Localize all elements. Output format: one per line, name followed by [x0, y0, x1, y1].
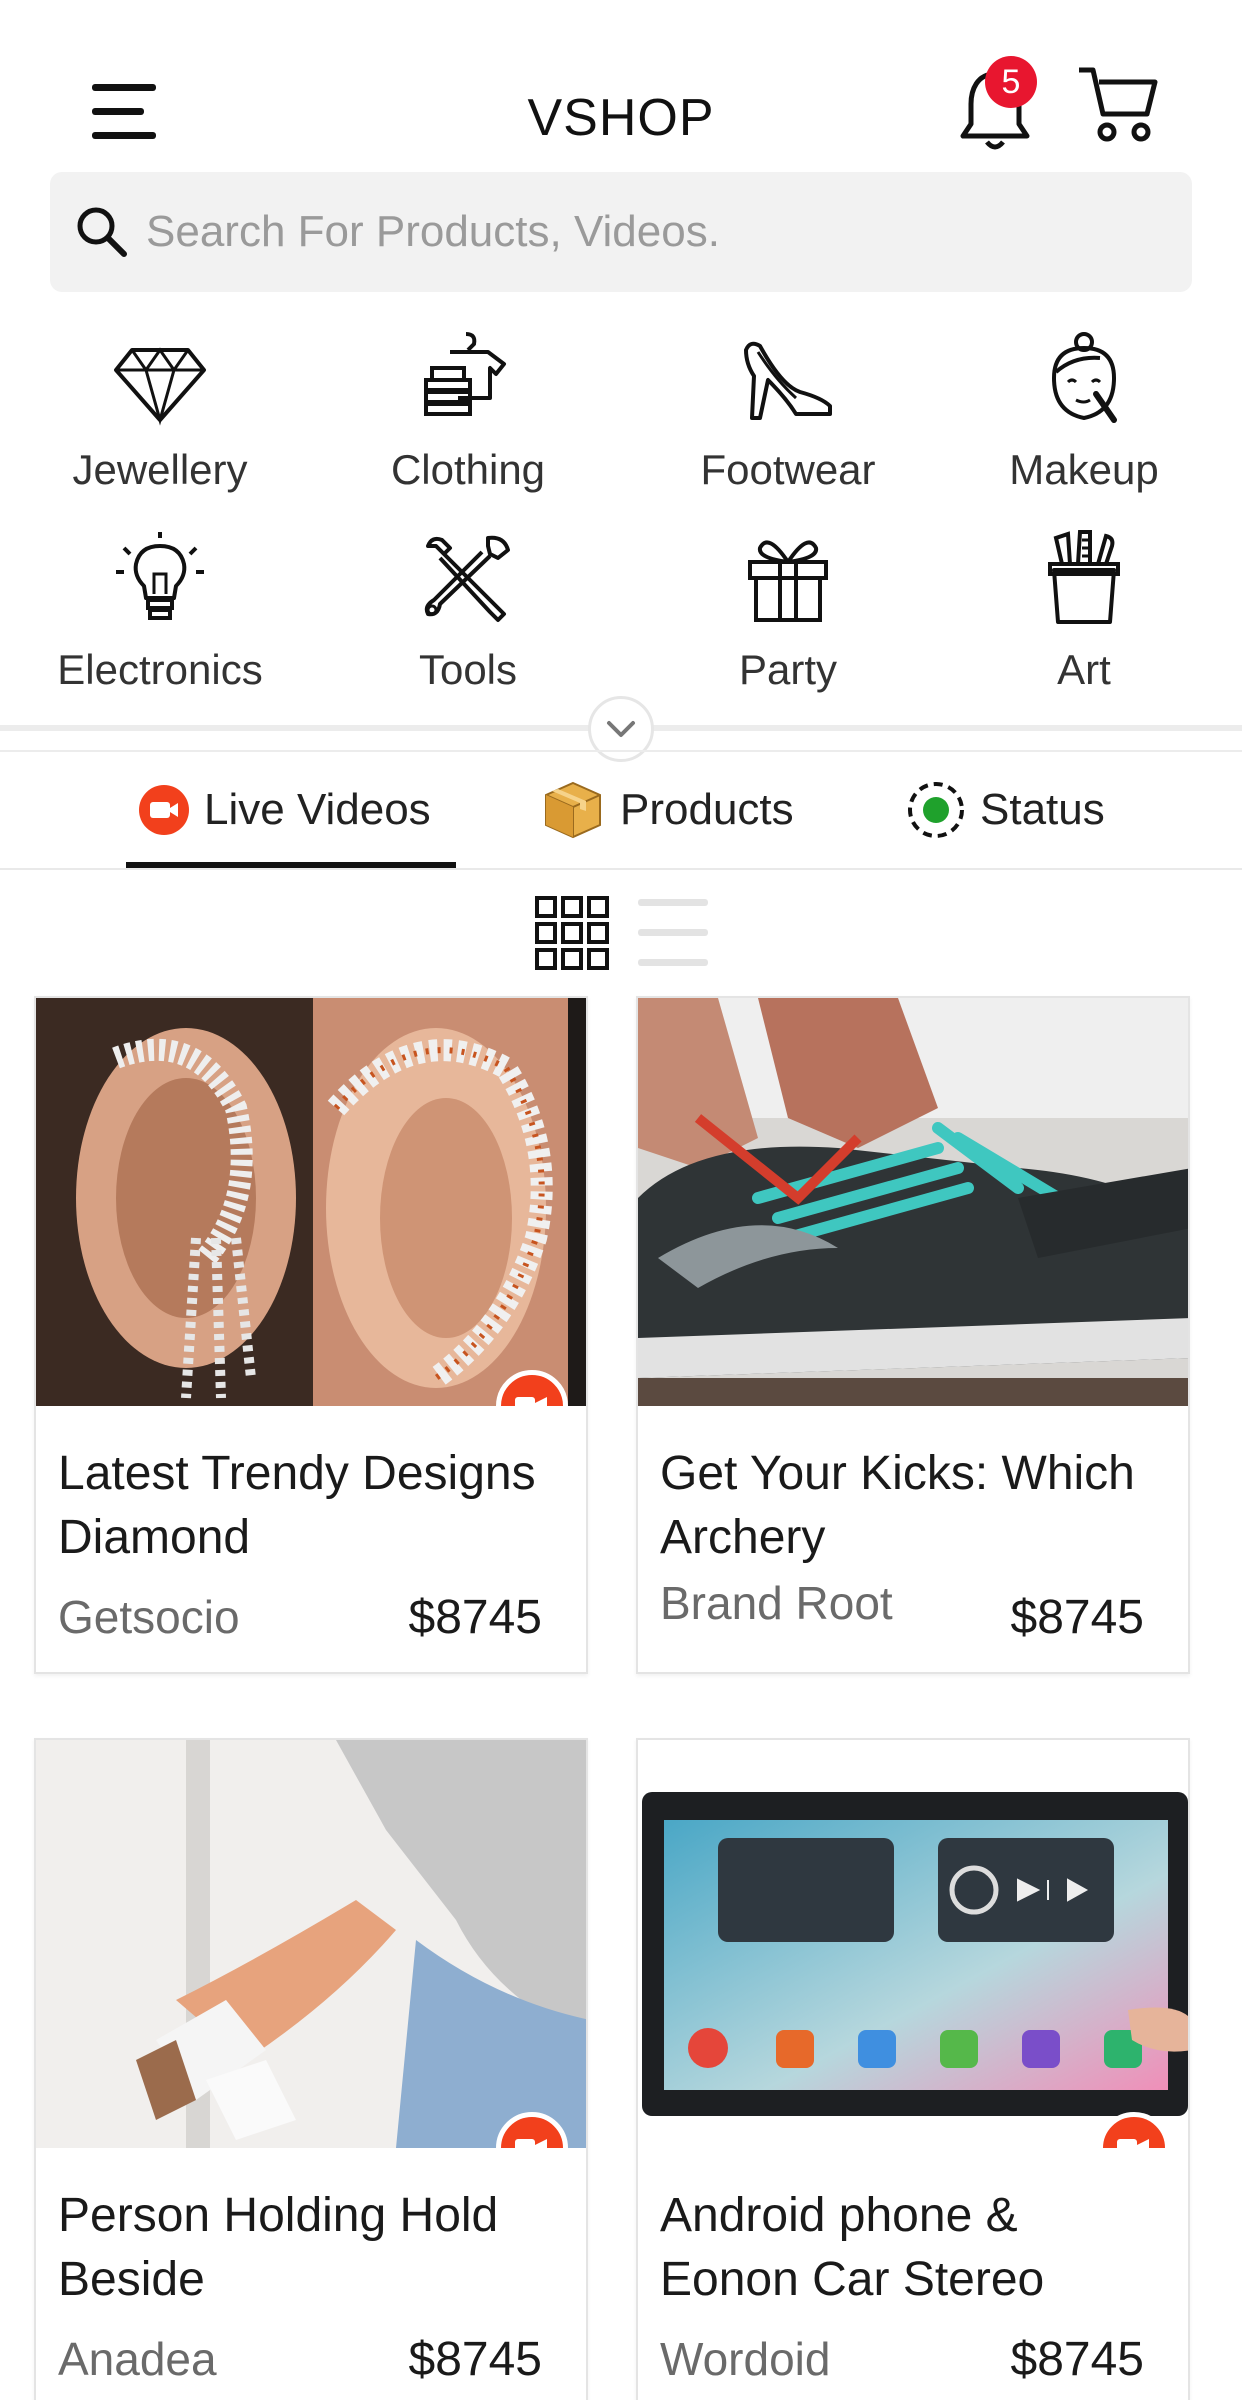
product-card[interactable]: Get Your Kicks: Which Archery Brand Root…	[636, 996, 1190, 1674]
search-icon	[77, 207, 127, 257]
product-footer: Wordoid $8745	[638, 2318, 1188, 2400]
category-tools[interactable]: Tools	[338, 528, 598, 718]
category-jewellery[interactable]: Jewellery	[30, 328, 290, 518]
product-thumbnail	[36, 1740, 586, 2148]
light-bulb-icon	[116, 532, 204, 620]
video-camera-icon	[515, 2139, 547, 2148]
shopping-cart-icon[interactable]	[1075, 62, 1161, 148]
product-card[interactable]: Latest Trendy Designs Diamond Getsocio $…	[34, 996, 588, 1674]
category-makeup[interactable]: Makeup	[954, 328, 1214, 518]
category-label: Makeup	[1009, 446, 1159, 493]
category-grid: Jewellery Clothing Footwear Makeup Elect…	[0, 310, 1242, 710]
category-label: Tools	[418, 646, 518, 693]
video-camera-icon	[139, 785, 189, 835]
grid-view-icon[interactable]	[534, 895, 610, 971]
video-camera-icon	[1117, 2139, 1149, 2148]
brush-pot-icon	[1048, 530, 1120, 624]
product-title: Android phone & Eonon Car Stereo	[660, 2189, 1045, 2306]
product-title: Get Your Kicks: Which Archery	[660, 1447, 1135, 1564]
product-price: $8745	[408, 1591, 542, 1644]
tab-products[interactable]: Products	[540, 752, 794, 868]
video-camera-icon	[515, 1397, 547, 1406]
seller-name: Getsocio	[58, 1591, 240, 1643]
category-art[interactable]: Art	[954, 528, 1214, 718]
wrench-screwdriver-icon	[424, 535, 510, 622]
diamond-icon	[114, 347, 206, 426]
high-heel-icon	[744, 341, 832, 420]
category-electronics[interactable]: Electronics	[30, 528, 290, 718]
category-party[interactable]: Party	[658, 528, 918, 718]
app-title: VSHOP	[527, 89, 715, 147]
product-price: $8745	[408, 2333, 542, 2386]
search-bar[interactable]	[50, 172, 1192, 292]
notification-count-badge: 5	[985, 56, 1037, 108]
category-label: Art	[1057, 646, 1111, 693]
clothes-rack-icon	[424, 332, 506, 416]
product-title: Latest Trendy Designs Diamond	[58, 1447, 536, 1564]
category-label: Jewellery	[72, 446, 248, 493]
product-title: Person Holding Hold Beside	[58, 2189, 499, 2306]
category-label: Electronics	[57, 646, 263, 693]
product-card[interactable]: Android phone & Eonon Car Stereo Wordoid…	[636, 1738, 1190, 2400]
chevron-down-icon	[607, 721, 635, 737]
seller-name: Wordoid	[660, 2333, 831, 2385]
seller-name: Brand Root	[660, 1577, 893, 1629]
box-icon	[545, 781, 601, 839]
product-thumbnail	[36, 998, 586, 1406]
category-label: Clothing	[390, 446, 546, 493]
product-thumbnail	[638, 1740, 1188, 2148]
tab-live-videos[interactable]: Live Videos	[138, 752, 431, 868]
product-price: $8745	[1010, 1591, 1144, 1644]
category-clothing[interactable]: Clothing	[338, 328, 598, 518]
list-view-icon[interactable]	[638, 897, 708, 969]
product-thumbnail	[638, 998, 1188, 1406]
product-price: $8745	[1010, 2333, 1144, 2386]
content-tabs: Live Videos Products Status	[0, 750, 1242, 870]
gift-icon	[748, 540, 828, 622]
tab-label: Live Videos	[204, 785, 431, 834]
product-footer: Brand Root $8745	[638, 1576, 1188, 1672]
tab-status[interactable]: Status	[906, 752, 1105, 868]
makeup-face-icon	[1051, 332, 1117, 423]
seller-name: Anadea	[58, 2333, 217, 2385]
search-input[interactable]	[146, 172, 1176, 292]
product-footer: Getsocio $8745	[36, 1576, 586, 1672]
category-footwear[interactable]: Footwear	[658, 328, 918, 518]
app-header: VSHOP 5	[0, 0, 1242, 170]
category-label: Footwear	[700, 446, 876, 493]
product-footer: Anadea $8745	[36, 2318, 586, 2400]
category-label: Party	[738, 646, 838, 693]
product-card[interactable]: Person Holding Hold Beside Anadea $8745	[34, 1738, 588, 2400]
active-tab-indicator	[126, 862, 456, 868]
status-ring-icon	[908, 782, 964, 838]
tab-label: Status	[980, 785, 1105, 834]
tab-label: Products	[620, 785, 794, 834]
